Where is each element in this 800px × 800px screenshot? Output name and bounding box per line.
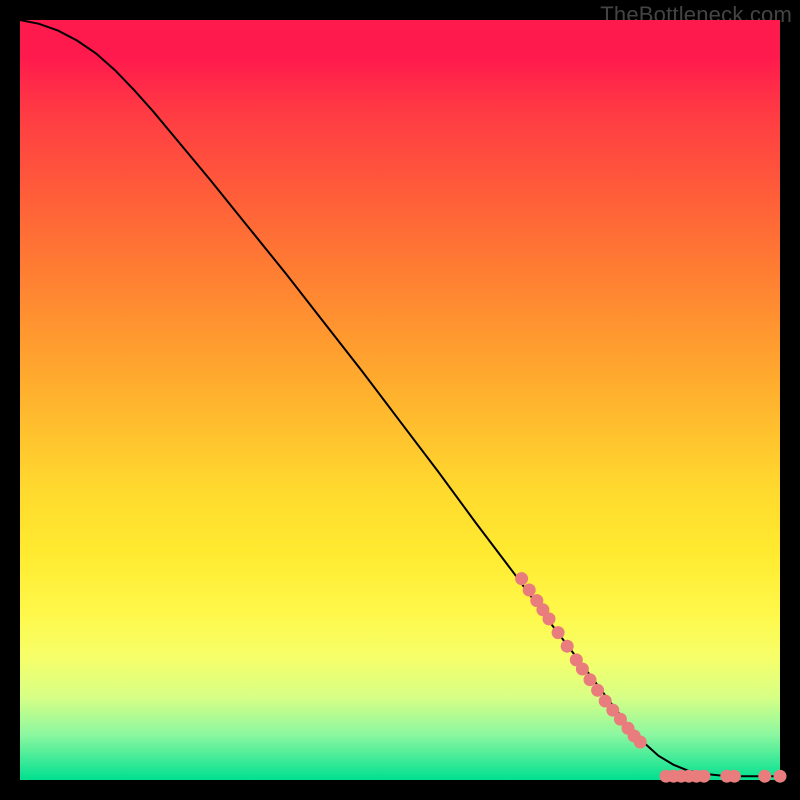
gradient-plot-area xyxy=(20,20,780,780)
data-point xyxy=(758,770,771,783)
data-point xyxy=(698,770,711,783)
data-point xyxy=(552,626,565,639)
data-point xyxy=(774,770,787,783)
data-point xyxy=(515,572,528,585)
data-point xyxy=(561,640,574,653)
data-point xyxy=(728,770,741,783)
data-point xyxy=(523,584,536,597)
chart-stage: TheBottleneck.com xyxy=(0,0,800,800)
curve-line xyxy=(20,20,780,776)
data-point xyxy=(576,663,589,676)
data-point xyxy=(591,684,604,697)
data-point xyxy=(584,673,597,686)
highlight-points xyxy=(515,572,786,783)
curve-svg xyxy=(20,20,780,780)
data-point xyxy=(543,612,556,625)
data-point xyxy=(634,736,647,749)
